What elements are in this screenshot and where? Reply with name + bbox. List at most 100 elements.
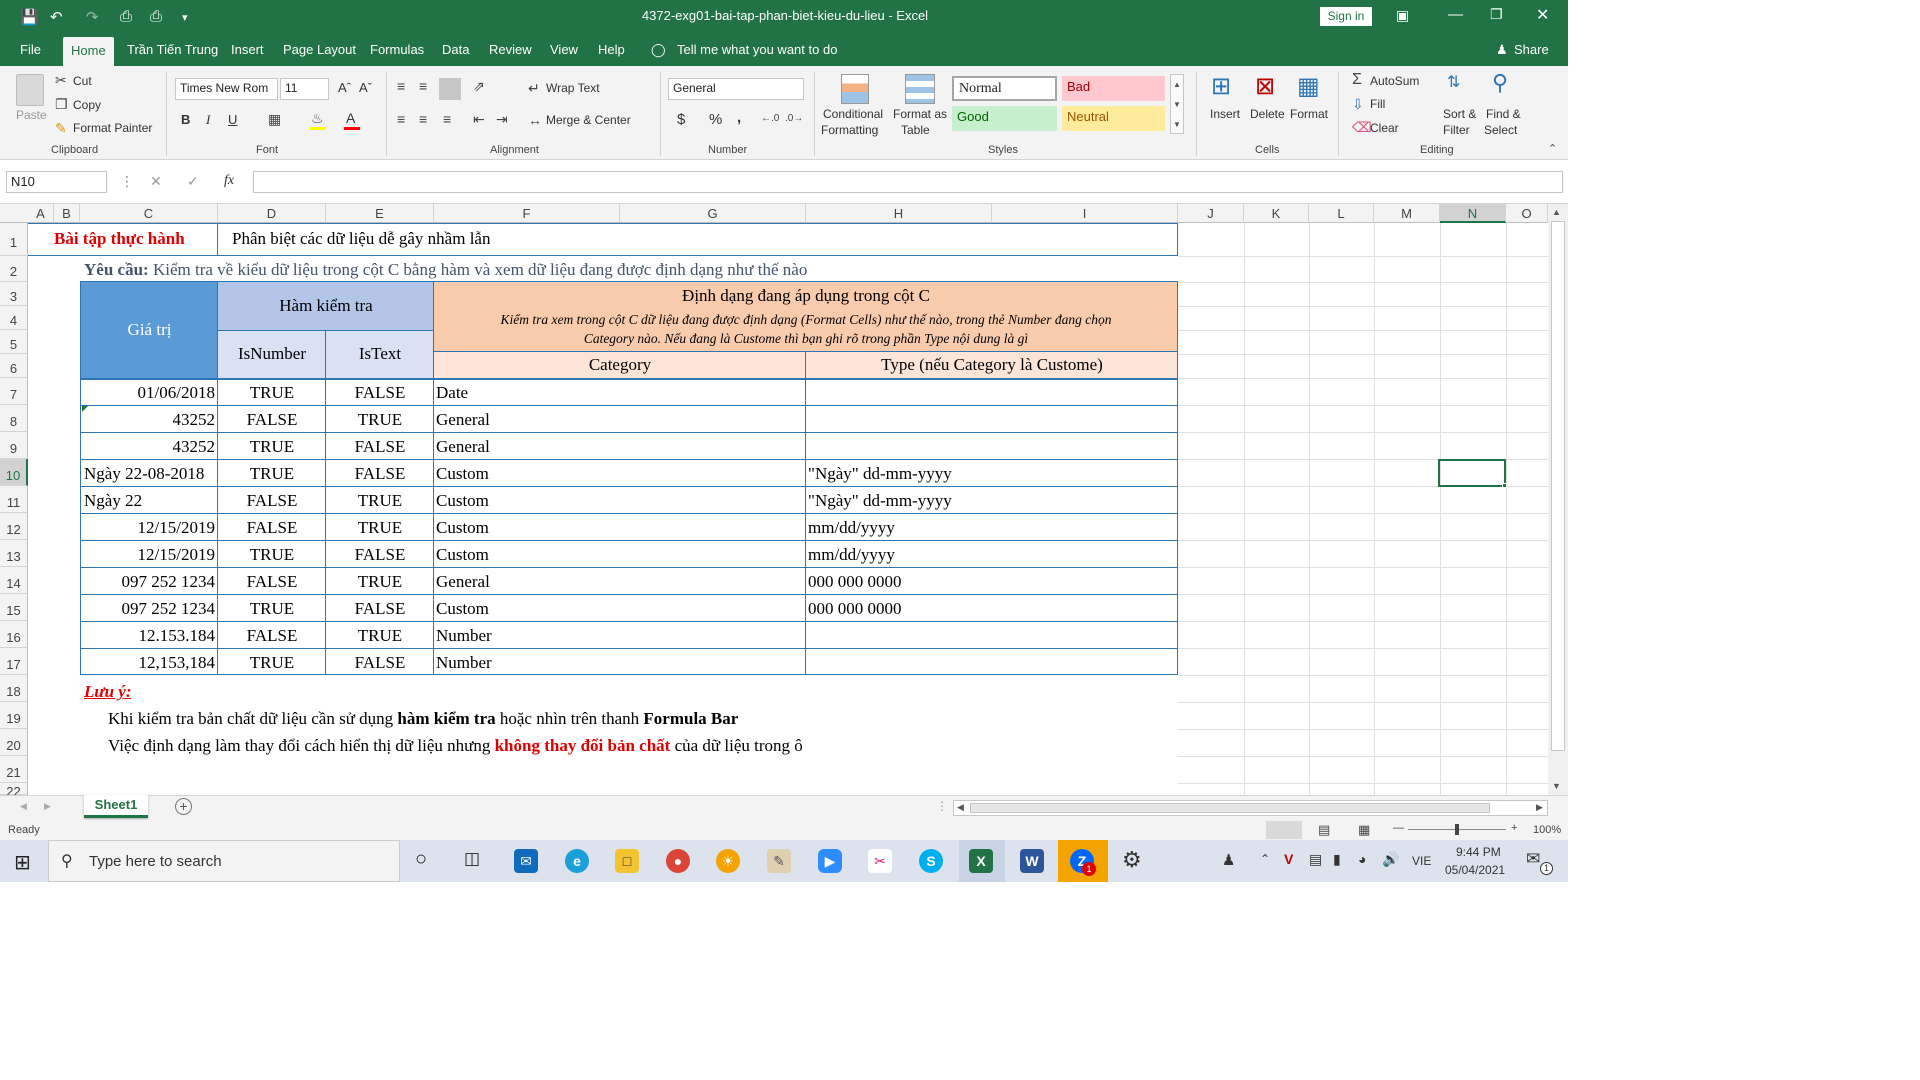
zoom-in-icon[interactable]: + [1511,822,1517,834]
font-size-select[interactable]: 11 [280,78,329,100]
scroll-left-icon[interactable]: ◀ [957,802,964,813]
row-header-3[interactable]: 3 [0,282,28,306]
font-color-icon[interactable]: A [346,110,355,126]
quick-print-icon[interactable]: ⎙ [150,8,162,25]
next-sheet-icon[interactable]: ▶ [44,801,51,812]
autosum-icon[interactable]: Σ [1352,71,1362,89]
row-header-1[interactable]: 1 [0,223,28,256]
cell-istext[interactable]: TRUE [326,410,434,430]
cell-value[interactable]: 12/15/2019 [81,545,215,565]
column-header-D[interactable]: D [218,204,326,223]
scroll-up-icon[interactable]: ▲ [1552,207,1561,217]
customize-qat-icon[interactable]: ▾ [182,11,188,24]
ribbon-display-icon[interactable]: ▣ [1396,7,1409,24]
file-explorer-icon[interactable]: □ [615,849,639,873]
row-header-18[interactable]: 18 [0,675,28,702]
tab-formulas[interactable]: Formulas [370,42,424,57]
row-header-14[interactable]: 14 [0,567,28,594]
row-header-8[interactable]: 8 [0,405,28,432]
decrease-indent-icon[interactable]: ⇤ [473,111,485,128]
name-box[interactable]: N10 [6,171,107,193]
decrease-font-icon[interactable]: Aˇ [359,80,372,95]
wifi-icon[interactable]: ◕ [1358,851,1366,867]
undo-icon[interactable]: ↶ [50,8,63,26]
minimize-icon[interactable]: — [1448,6,1463,23]
cell-istext[interactable]: TRUE [326,626,434,646]
format-cells-button[interactable]: Format [1290,107,1328,121]
cell-type[interactable]: "Ngày" dd-mm-yyyy [808,491,1174,511]
antivirus-tray-icon[interactable]: V [1284,851,1293,867]
cell-value[interactable]: Ngày 22-08-2018 [84,464,216,484]
cell-value[interactable]: Ngày 22 [84,491,216,511]
cell-istext[interactable]: FALSE [326,437,434,457]
cell-type[interactable]: "Ngày" dd-mm-yyyy [808,464,1174,484]
cell-istext[interactable]: TRUE [326,572,434,592]
find-select-line1[interactable]: Find & [1486,107,1521,121]
conditional-formatting-line2[interactable]: Formatting [821,123,878,137]
cell-isnumber[interactable]: TRUE [218,599,326,619]
volume-icon[interactable]: 🔊 [1382,851,1399,868]
vertical-scroll-thumb[interactable] [1551,221,1565,751]
cell-istext[interactable]: TRUE [326,518,434,538]
column-header-G[interactable]: G [620,204,806,223]
insert-cells-icon[interactable]: ⊞ [1211,72,1231,101]
cell-value[interactable]: 12.153.184 [81,626,216,646]
number-format-select[interactable]: General [668,78,804,100]
decrease-decimal-icon[interactable]: .0→ [785,113,803,124]
save-icon[interactable]: 💾 [20,8,39,26]
fill-button[interactable]: Fill [1370,97,1385,111]
row-header-20[interactable]: 20 [0,729,28,756]
format-cells-icon[interactable]: ▦ [1297,72,1320,101]
borders-icon[interactable]: ▦ [268,111,281,128]
restore-icon[interactable]: ❐ [1490,6,1503,23]
cell-isnumber[interactable]: FALSE [218,491,326,511]
row-header-15[interactable]: 15 [0,594,28,621]
cell-isnumber[interactable]: TRUE [218,437,326,457]
align-right-icon[interactable]: ≡ [443,111,451,127]
cell-type[interactable]: 000 000 0000 [808,599,1174,619]
row-header-10[interactable]: 10 [0,459,28,486]
mail-icon[interactable]: ✉ [514,849,538,873]
find-select-line2[interactable]: Select [1484,123,1517,137]
cell-istext[interactable]: FALSE [326,545,434,565]
sheet-tab-sheet1[interactable]: Sheet1 [84,795,148,818]
cell-category[interactable]: Custom [436,599,802,619]
cell-type[interactable]: mm/dd/yyyy [808,545,1174,565]
cell-value[interactable]: 12,153,184 [81,653,216,673]
cortana-icon[interactable]: ○ [415,848,427,871]
zoom-out-icon[interactable]: — [1393,822,1404,834]
column-header-I[interactable]: I [992,204,1178,223]
cell-isnumber[interactable]: TRUE [218,383,326,403]
conditional-formatting-icon[interactable] [841,74,869,104]
cell-value[interactable]: 12/15/2019 [81,518,215,538]
increase-font-icon[interactable]: Aˆ [338,80,351,95]
delete-cells-button[interactable]: Delete [1250,107,1285,121]
styles-gallery-scroll[interactable]: ▲ ▼ ▼ [1170,74,1184,134]
row-header-19[interactable]: 19 [0,702,28,729]
page-break-view-icon[interactable]: ▦ [1358,822,1370,838]
column-header-K[interactable]: K [1244,204,1309,223]
format-as-table-icon[interactable] [905,74,935,104]
people-icon[interactable]: ♟ [1222,851,1235,869]
cell-istext[interactable]: FALSE [326,599,434,619]
row-header-17[interactable]: 17 [0,648,28,675]
format-painter-icon[interactable]: ✎ [55,120,67,137]
column-header-A[interactable]: A [28,204,54,223]
collapse-ribbon-icon[interactable]: ⌃ [1548,142,1557,155]
align-center-icon[interactable]: ≡ [419,111,427,127]
cell-isnumber[interactable]: FALSE [218,572,326,592]
worksheet-grid[interactable]: ABCDEFGHIJKLMNO 1 2 3 4 5 6 7 8 9 10 11 12 13 14 15 16 1… [0,204,1548,795]
horizontal-scrollbar[interactable]: ◀ ▶ [953,800,1548,816]
column-header-N[interactable]: N [1440,204,1506,223]
error-indicator-icon[interactable] [82,406,88,412]
align-bottom-icon[interactable] [439,78,461,100]
cancel-formula-icon[interactable]: ✕ [150,173,162,190]
page-layout-view-icon[interactable]: ▤ [1318,822,1330,838]
sort-filter-icon[interactable]: ⇅ [1447,72,1460,92]
currency-button[interactable]: $ [677,111,685,128]
new-sheet-icon[interactable]: + [175,798,192,815]
vertical-scrollbar[interactable]: ▲ ▼ [1548,204,1568,795]
row-header-12[interactable]: 12 [0,513,28,540]
format-as-table-line1[interactable]: Format as [893,107,947,121]
format-painter-button[interactable]: Format Painter [73,121,152,135]
